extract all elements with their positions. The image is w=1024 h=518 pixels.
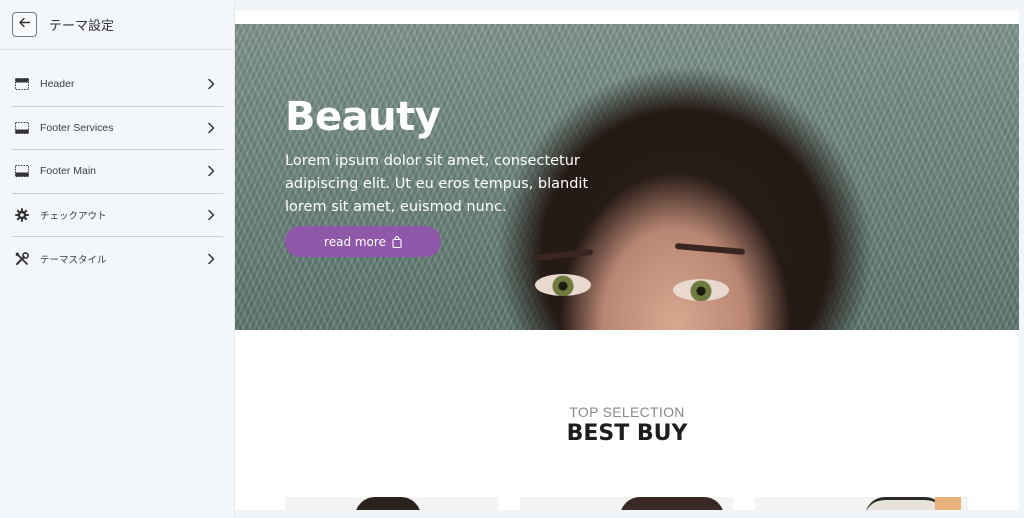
product-image: [620, 497, 724, 510]
hero-banner: Beauty Lorem ipsum dolor sit amet, conse…: [235, 24, 1019, 330]
settings-item-label: チェックアウト: [40, 210, 107, 222]
chevron-right-icon: [208, 253, 215, 264]
section-subtitle: TOP SELECTION: [569, 404, 685, 420]
settings-item-label: Footer Main: [40, 165, 97, 178]
arrow-left-icon: [18, 16, 31, 34]
settings-item-footer-services[interactable]: Footer Services: [12, 107, 223, 150]
chevron-right-icon: [208, 166, 215, 177]
theme-settings-sidebar: テーマ設定 Header Footer Services Footer Main: [0, 0, 235, 518]
product-card[interactable]: [520, 497, 733, 510]
product-image: [865, 497, 945, 510]
product-card[interactable]: [755, 497, 968, 510]
hero-image-detail: [534, 248, 594, 262]
hero-text-block: Beauty Lorem ipsum dolor sit amet, conse…: [285, 94, 605, 219]
back-button[interactable]: [12, 12, 37, 37]
settings-item-checkout[interactable]: チェックアウト: [12, 194, 223, 237]
settings-item-label: Footer Services: [40, 121, 114, 134]
settings-list: Header Footer Services Footer Main チェックア…: [0, 50, 234, 281]
layout-footer-icon: [15, 164, 29, 178]
shopping-bag-icon: [392, 235, 402, 248]
settings-item-theme-style[interactable]: テーマスタイル: [12, 237, 223, 281]
product-card[interactable]: [285, 497, 498, 510]
chevron-right-icon: [208, 79, 215, 90]
chevron-right-icon: [208, 209, 215, 220]
layout-footer-icon: [15, 121, 29, 135]
hero-description: Lorem ipsum dolor sit amet, consectetur …: [285, 153, 589, 215]
sidebar-title: テーマ設定: [49, 19, 115, 34]
settings-item-footer-main[interactable]: Footer Main: [12, 150, 223, 194]
settings-item-label: テーマスタイル: [40, 254, 107, 266]
layout-header-icon: [15, 77, 29, 91]
sidebar-header: テーマ設定: [0, 0, 234, 50]
product-image: [355, 497, 421, 510]
hero-title: Beauty: [285, 94, 441, 140]
store-preview: Beauty Lorem ipsum dolor sit amet, conse…: [235, 11, 1019, 510]
product-image: [935, 497, 961, 510]
read-more-label: read more: [324, 234, 386, 249]
hero-image-detail: [674, 242, 746, 256]
read-more-button[interactable]: read more: [285, 226, 441, 257]
hero-image-detail: [535, 274, 591, 296]
hero-image-detail: [673, 279, 729, 301]
section-title: BEST BUY: [566, 421, 688, 446]
settings-item-label: Header: [40, 78, 75, 91]
best-buy-section: TOP SELECTION BEST BUY: [235, 404, 1019, 446]
chevron-right-icon: [208, 122, 215, 133]
tools-icon: [15, 251, 29, 266]
settings-item-header[interactable]: Header: [12, 63, 223, 107]
gear-icon: [15, 208, 29, 222]
